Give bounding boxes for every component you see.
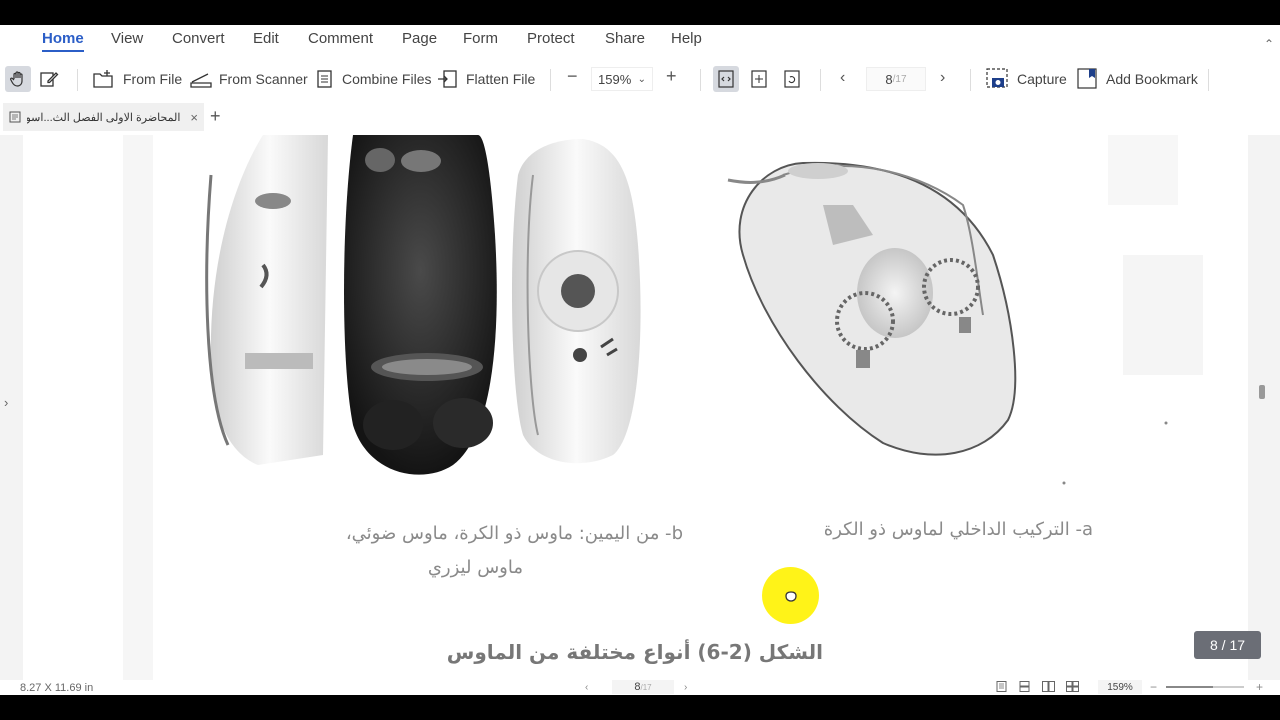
zoom-slider-fill bbox=[1166, 686, 1213, 688]
capture-label: Capture bbox=[1017, 71, 1067, 87]
toolbar-divider bbox=[550, 69, 551, 91]
rotate-icon bbox=[784, 70, 800, 88]
menu-bar: Home View Convert Edit Comment Page Form… bbox=[0, 25, 1280, 55]
continuous-view-icon[interactable] bbox=[1018, 681, 1031, 692]
fit-page-button[interactable] bbox=[746, 66, 772, 92]
vertical-scrollbar-thumb[interactable] bbox=[1259, 385, 1265, 399]
menu-comment[interactable]: Comment bbox=[308, 30, 373, 47]
document-tab-bar: المحاضرة الاولى الفصل الث...اسوب × + bbox=[0, 103, 1280, 131]
figure-title: الشكل (2-6) أنواع مختلفة من الماوس bbox=[446, 640, 823, 664]
zoom-out-button[interactable]: − bbox=[567, 66, 578, 87]
menu-home[interactable]: Home bbox=[42, 30, 84, 52]
menu-form[interactable]: Form bbox=[463, 30, 498, 47]
toolbar-divider bbox=[700, 69, 701, 91]
pdf-page: a- التركيب الداخلي لماوس ذو الكرة b- من … bbox=[23, 135, 1248, 680]
zoom-select[interactable]: 159% ⌄ bbox=[591, 67, 653, 91]
menu-protect[interactable]: Protect bbox=[527, 30, 575, 47]
page-number-input[interactable]: 8/17 bbox=[866, 67, 926, 91]
next-page-button[interactable]: › bbox=[940, 69, 945, 87]
total-pages: /17 bbox=[892, 73, 907, 85]
capture-button[interactable]: Capture bbox=[986, 65, 1067, 93]
toolbar-divider bbox=[1208, 69, 1209, 91]
scanner-icon bbox=[190, 73, 212, 88]
rotate-view-button[interactable] bbox=[779, 66, 805, 92]
zoom-value: 159% bbox=[598, 71, 632, 87]
grab-hand-cursor-icon bbox=[785, 591, 797, 602]
document-tab-title: المحاضرة الاولى الفصل الث...اسوب bbox=[27, 111, 181, 124]
menu-help[interactable]: Help bbox=[671, 30, 702, 47]
previous-page-button[interactable]: ‹ bbox=[840, 69, 845, 87]
toolbar-divider bbox=[77, 69, 78, 91]
caption-mouse-types-line1: b- من اليمين: ماوس ذو الكرة، ماوس ضوئي، bbox=[345, 523, 683, 544]
menu-view[interactable]: View bbox=[111, 30, 143, 47]
toolbar-divider bbox=[970, 69, 971, 91]
close-tab-icon[interactable]: × bbox=[190, 110, 198, 125]
folder-plus-icon bbox=[93, 70, 113, 88]
from-scanner-button[interactable]: From Scanner bbox=[190, 65, 308, 93]
collapse-ribbon-icon[interactable]: ⌃ bbox=[1264, 37, 1274, 51]
caption-ball-mouse-internal: a- التركيب الداخلي لماوس ذو الكرة bbox=[823, 519, 1093, 540]
add-bookmark-label: Add Bookmark bbox=[1106, 71, 1198, 87]
combine-files-label: Combine Files bbox=[342, 71, 432, 87]
menu-page[interactable]: Page bbox=[402, 30, 437, 47]
two-page-view-icon[interactable] bbox=[1042, 681, 1055, 692]
single-page-view-icon[interactable] bbox=[995, 681, 1008, 692]
document-canvas[interactable]: › a- التركيب الداخلي لماوس ذو الكرة b- م… bbox=[0, 135, 1280, 680]
fit-width-icon bbox=[718, 70, 734, 88]
caption-mouse-types: b- من اليمين: ماوس ذو الكرة، ماوس ضوئي، … bbox=[223, 517, 683, 585]
fit-width-button[interactable] bbox=[713, 66, 739, 92]
toolbar-divider bbox=[820, 69, 821, 91]
flatten-file-button[interactable]: Flatten File bbox=[437, 65, 535, 93]
zoom-slider[interactable] bbox=[1166, 686, 1244, 688]
from-scanner-label: From Scanner bbox=[219, 71, 308, 87]
camera-icon bbox=[986, 68, 1008, 88]
combine-files-icon bbox=[317, 70, 332, 88]
status-zoom-value[interactable]: 159% bbox=[1098, 680, 1142, 694]
menu-edit[interactable]: Edit bbox=[253, 30, 279, 47]
menu-convert[interactable]: Convert bbox=[172, 30, 225, 47]
cursor-highlight bbox=[762, 567, 819, 624]
edit-icon bbox=[40, 72, 59, 87]
status-page-input[interactable]: 8/17 bbox=[612, 680, 674, 694]
expand-sidebar-icon[interactable]: › bbox=[4, 395, 8, 410]
flatten-file-label: Flatten File bbox=[466, 71, 536, 87]
bookmark-icon bbox=[1077, 68, 1097, 89]
document-icon bbox=[9, 111, 21, 123]
chevron-down-icon: ⌄ bbox=[637, 73, 646, 85]
hand-icon bbox=[10, 71, 23, 87]
status-previous-page-icon[interactable]: ‹ bbox=[585, 682, 588, 693]
flatten-file-icon bbox=[438, 70, 457, 88]
zoom-in-button[interactable]: + bbox=[666, 66, 677, 87]
status-next-page-icon[interactable]: › bbox=[684, 682, 687, 693]
new-tab-button[interactable]: + bbox=[210, 106, 221, 127]
toolbar: From File From Scanner Combine Files Fla… bbox=[0, 61, 1280, 99]
from-file-button[interactable]: From File bbox=[92, 65, 182, 93]
page-indicator-badge: 8 / 17 bbox=[1194, 631, 1261, 659]
fit-page-icon bbox=[751, 70, 767, 88]
status-total-pages: /17 bbox=[640, 682, 652, 692]
hand-tool-button[interactable] bbox=[5, 66, 31, 92]
status-zoom-in-button[interactable]: + bbox=[1256, 680, 1263, 694]
from-file-label: From File bbox=[123, 71, 183, 87]
page-dimensions: 8.27 X 11.69 in bbox=[20, 682, 94, 694]
pdf-editor-window: Home View Convert Edit Comment Page Form… bbox=[0, 25, 1280, 695]
caption-mouse-types-line2: ماوس ليزري bbox=[427, 557, 523, 578]
add-bookmark-button[interactable]: Add Bookmark bbox=[1077, 65, 1198, 93]
current-page-value: 8 bbox=[885, 71, 893, 87]
combine-files-button[interactable]: Combine Files bbox=[315, 65, 431, 93]
status-bar: 8.27 X 11.69 in ‹ 8/17 › 159% − + bbox=[0, 680, 1280, 695]
mouse-figure-image bbox=[123, 135, 1203, 680]
two-page-continuous-icon[interactable] bbox=[1066, 681, 1079, 692]
status-zoom-out-button[interactable]: − bbox=[1150, 680, 1157, 694]
document-tab[interactable]: المحاضرة الاولى الفصل الث...اسوب × bbox=[3, 103, 204, 131]
edit-tool-button[interactable] bbox=[36, 66, 62, 92]
menu-share[interactable]: Share bbox=[605, 30, 645, 47]
